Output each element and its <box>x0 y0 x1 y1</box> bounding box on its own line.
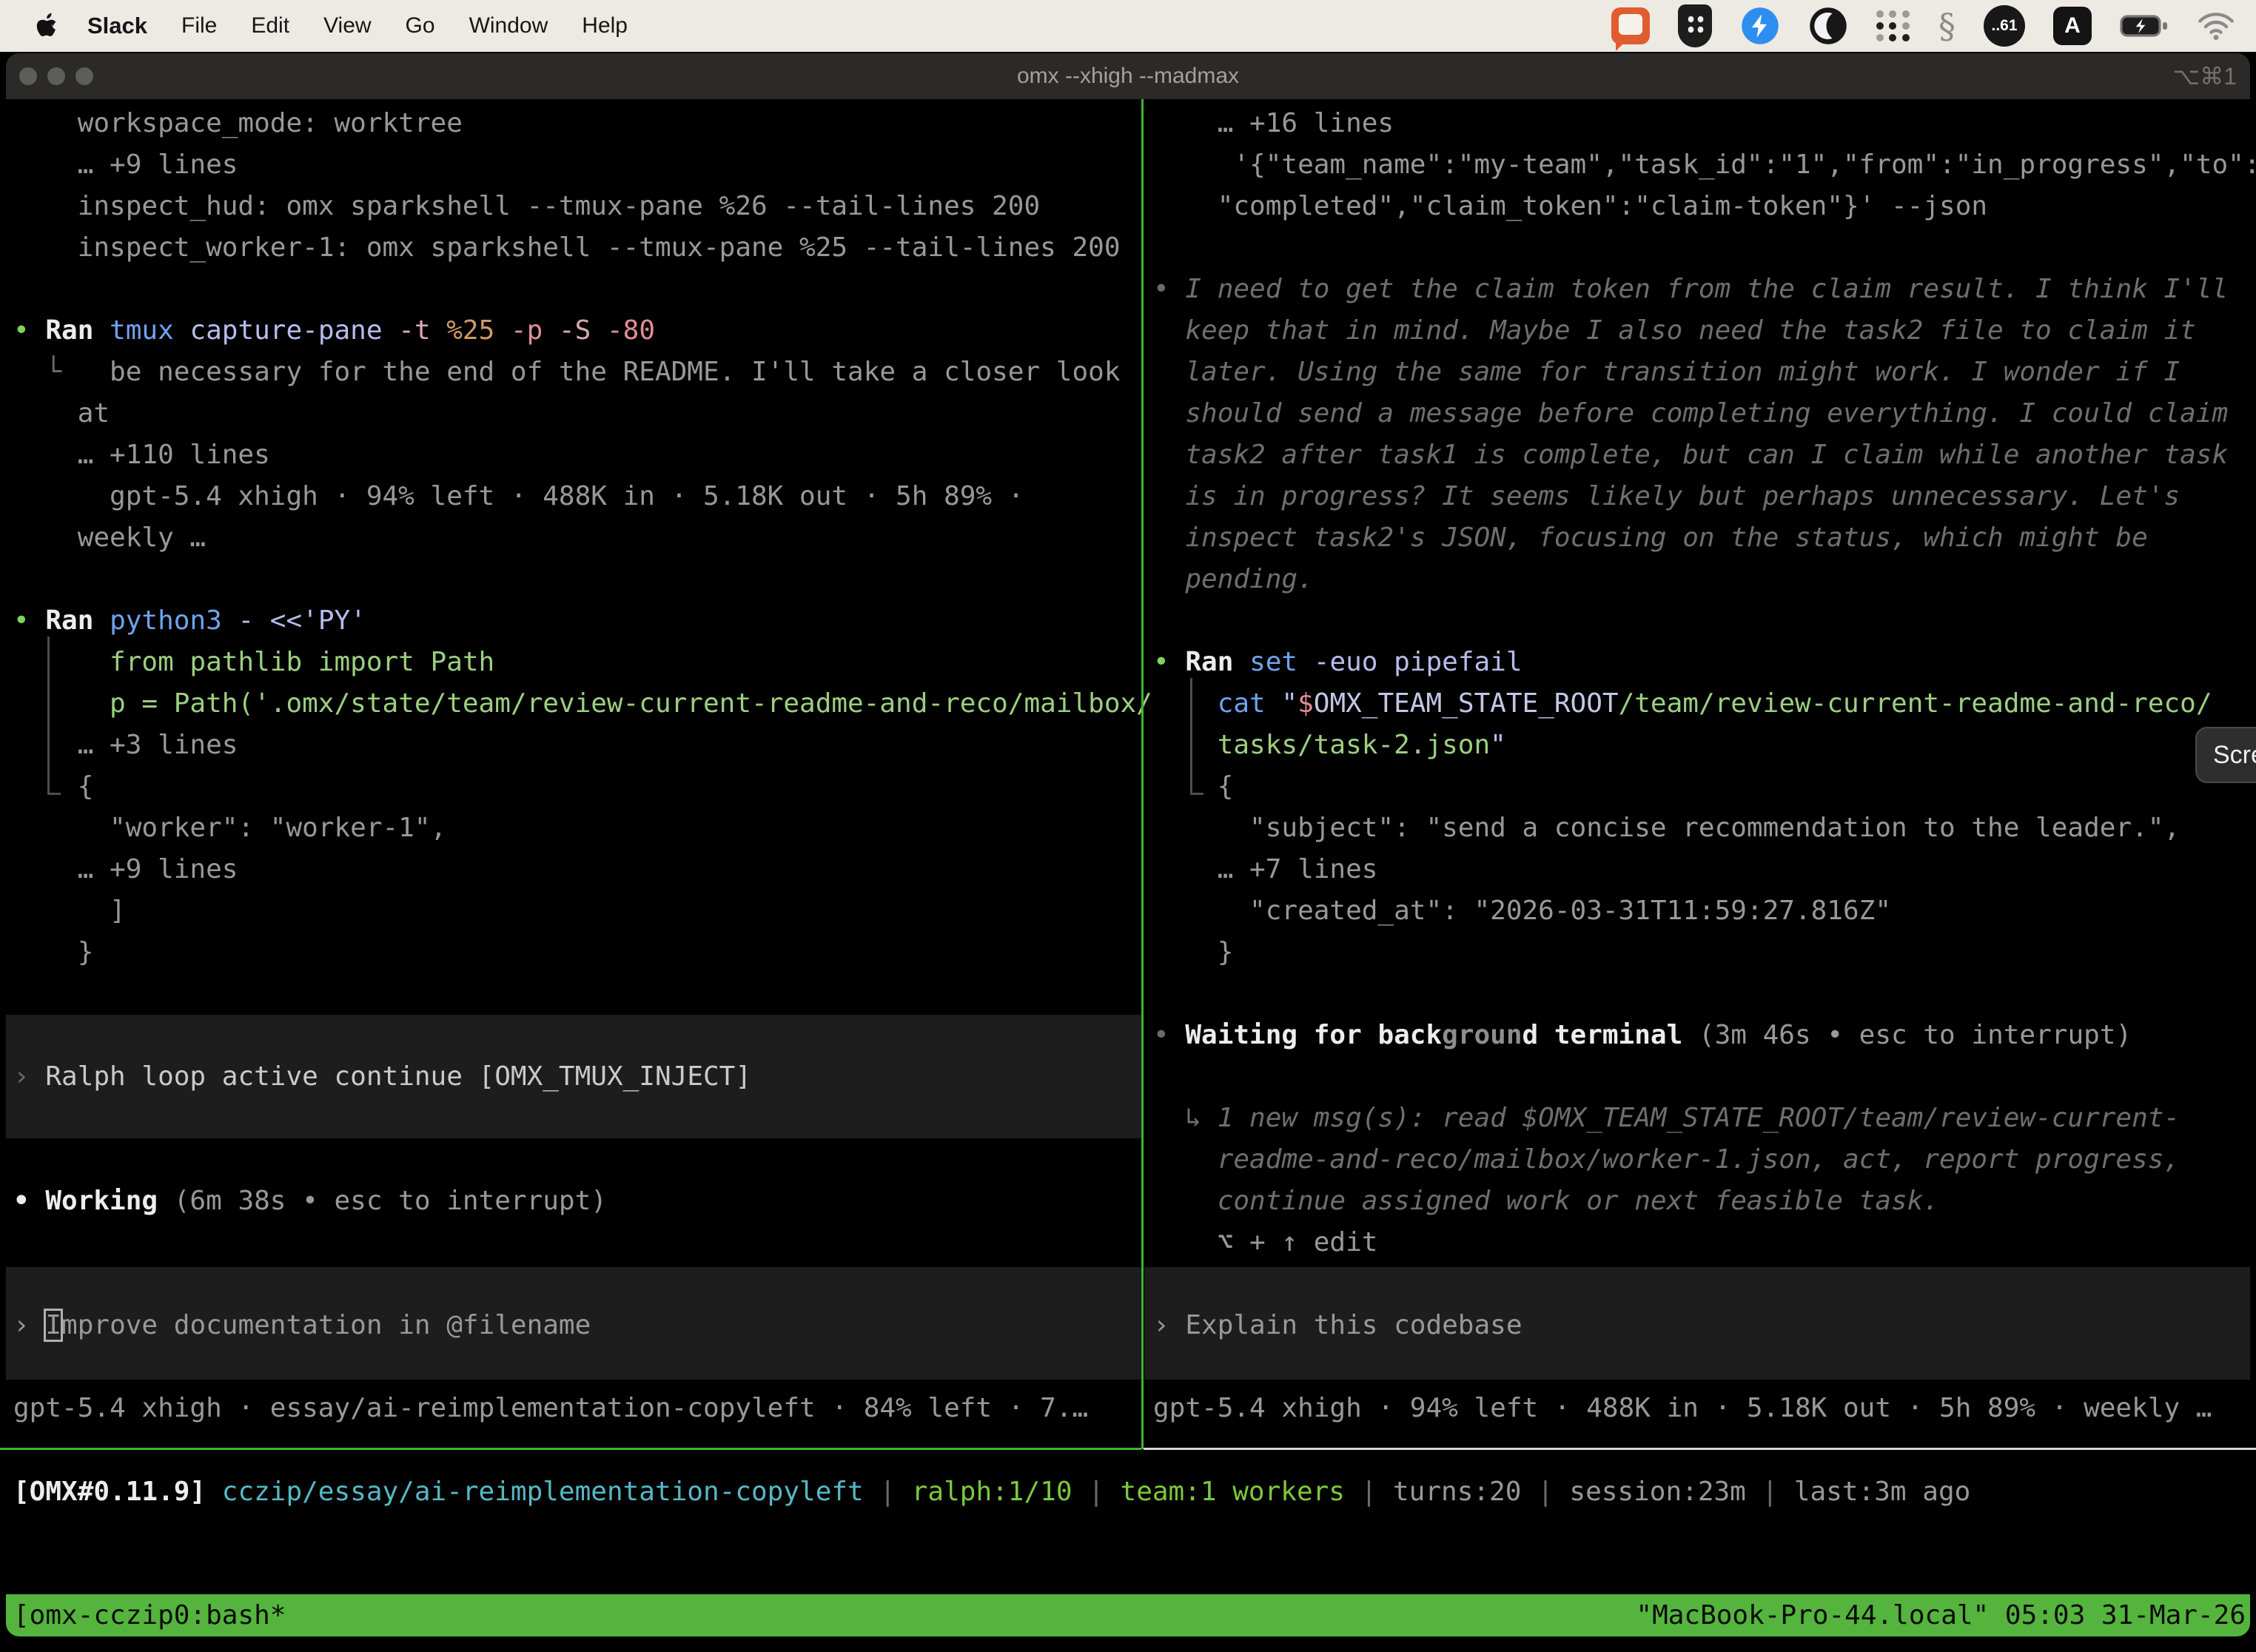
right-pane-line: pending. <box>1153 558 1314 600</box>
menu-app-name[interactable]: Slack <box>87 13 147 39</box>
left-pane-line: gpt-5.4 xhigh · 94% left · 488K in · 5.1… <box>13 475 1024 517</box>
right-pane-line: › Explain this codebase <box>1153 1304 1523 1346</box>
left-pane-line: • Ran tmux capture-pane -t %25 -p -S -80 <box>13 309 655 352</box>
pane-divider[interactable] <box>1141 99 1144 1449</box>
left-pane-line: weekly … <box>13 517 206 559</box>
right-pane-line: task2 after task1 is complete, but can I… <box>1153 434 2228 476</box>
left-pane-line: › Improve documentation in @filename <box>13 1304 591 1346</box>
right-pane-line: keep that in mind. Maybe I also need the… <box>1153 309 2196 352</box>
left-pane-line: "worker": "worker-1", <box>13 807 446 849</box>
menu-item-view[interactable]: View <box>323 13 371 38</box>
right-pane-line: later. Using the same for transition mig… <box>1153 351 2180 393</box>
left-pane-line: workspace_mode: worktree <box>13 102 463 144</box>
menu-item-help[interactable]: Help <box>582 13 628 38</box>
left-pane-line: … +110 lines <box>13 434 270 476</box>
usage-61-badge-icon[interactable]: ..61 <box>1984 5 2025 47</box>
left-pane-line: › Ralph loop active continue [OMX_TMUX_I… <box>13 1055 751 1098</box>
left-pane-line: ] <box>13 890 126 932</box>
tmux-host-datetime: "MacBook-Pro-44.local" 05:03 31-Mar-26 <box>1636 1594 2250 1636</box>
right-pane-line: "subject": "send a concise recommendatio… <box>1153 807 2180 849</box>
right-pane-line: should send a message before completing … <box>1153 392 2228 434</box>
right-pane-line: readme-and-reco/mailbox/worker-1.json, a… <box>1153 1138 2180 1181</box>
right-pane-line: } <box>1153 931 1233 973</box>
right-pane-line: "created_at": "2026-03-31T11:59:27.816Z" <box>1153 890 1891 932</box>
dots-grid-icon[interactable] <box>1876 10 1910 41</box>
left-pane-line: at <box>13 392 110 434</box>
menu-item-edit[interactable]: Edit <box>251 13 289 38</box>
input-source-a-icon[interactable]: A <box>2053 7 2092 45</box>
left-pane-line: inspect_hud: omx sparkshell --tmux-pane … <box>13 185 1040 227</box>
apple-menu-icon[interactable] <box>36 13 58 39</box>
chat-bubble-icon[interactable] <box>1611 7 1650 44</box>
left-pane-line: inspect_worker-1: omx sparkshell --tmux-… <box>13 226 1121 269</box>
shield-icon[interactable] <box>1678 4 1712 47</box>
wifi-icon[interactable] <box>2197 10 2235 42</box>
menu-item-file[interactable]: File <box>181 13 217 38</box>
bolt-badge-icon[interactable] <box>1740 6 1780 46</box>
tmux-session-label: [omx-cczip0:bash* <box>6 1594 286 1636</box>
left-pane-line: └ be necessary for the end of the README… <box>13 351 1121 393</box>
menu-item-go[interactable]: Go <box>406 13 435 38</box>
squiggle-icon[interactable]: § <box>1938 9 1955 43</box>
right-pane-line: { <box>1153 765 1233 807</box>
left-pane-line: … +3 lines <box>13 724 238 766</box>
right-pane-line: … +7 lines <box>1153 848 1377 890</box>
left-pane-line: { <box>13 765 93 807</box>
right-pane-line: tasks/task-2.json" <box>1153 724 1506 766</box>
right-pane-line: is in progress? It seems likely but perh… <box>1153 475 2180 517</box>
left-pane-line: } <box>13 931 93 973</box>
right-pane-line: • Waiting for background terminal (3m 46… <box>1153 1014 2132 1056</box>
left-pane-line: from pathlib import Path <box>13 641 494 683</box>
menu-item-window[interactable]: Window <box>469 13 548 38</box>
pane-bottom-border-right <box>1144 1448 2256 1450</box>
left-pane-line: • Ran python3 - <<'PY' <box>13 600 366 642</box>
menu-status-icons: § ..61 A <box>1611 4 2235 47</box>
right-pane-line: continue assigned work or next feasible … <box>1153 1180 1939 1222</box>
right-pane-line: "completed","claim_token":"claim-token"}… <box>1153 185 1987 227</box>
right-pane-line: gpt-5.4 xhigh · 94% left · 488K in · 5.1… <box>1153 1387 2212 1429</box>
right-pane-line: cat "$OMX_TEAM_STATE_ROOT/team/review-cu… <box>1153 682 2212 725</box>
left-pane-line: … +9 lines <box>13 144 238 186</box>
battery-icon[interactable] <box>2120 13 2169 38</box>
right-pane-line: ↳ 1 new msg(s): read $OMX_TEAM_STATE_ROO… <box>1153 1097 2180 1139</box>
right-pane-line: • Ran set -euo pipefail <box>1153 641 1523 683</box>
left-pane-line: … +9 lines <box>13 848 238 890</box>
crescent-icon[interactable] <box>1808 6 1848 46</box>
right-pane-line: inspect task2's JSON, focusing on the st… <box>1153 517 2148 559</box>
omx-status-line: [OMX#0.11.9] cczip/essay/ai-reimplementa… <box>13 1471 1970 1513</box>
right-pane-line: • I need to get the claim token from the… <box>1153 268 2228 310</box>
window-shortcut-hint: ⌥⌘1 <box>2172 53 2237 99</box>
menu-bar: Slack File Edit View Go Window Help § ..61 A <box>0 0 2256 52</box>
window-title: omx --xhigh --madmax <box>0 53 2256 99</box>
desktop: Slack File Edit View Go Window Help § ..61 A <box>0 0 2256 1652</box>
pane-bottom-border-left <box>0 1448 1141 1450</box>
screen-tooltip: Scre <box>2195 727 2256 783</box>
right-pane-line: '{"team_name":"my-team","task_id":"1","f… <box>1153 144 2256 186</box>
tmux-status-bar[interactable]: [omx-cczip0:bash* "MacBook-Pro-44.local"… <box>6 1594 2250 1636</box>
left-pane-line: • Working (6m 38s • esc to interrupt) <box>13 1180 607 1222</box>
left-pane-line: gpt-5.4 xhigh · essay/ai-reimplementatio… <box>13 1387 1088 1429</box>
right-pane-line: … +16 lines <box>1153 102 1394 144</box>
left-pane-line: p = Path('.omx/state/team/review-current… <box>13 682 1152 725</box>
right-pane-line: ⌥ + ↑ edit <box>1153 1221 1377 1263</box>
